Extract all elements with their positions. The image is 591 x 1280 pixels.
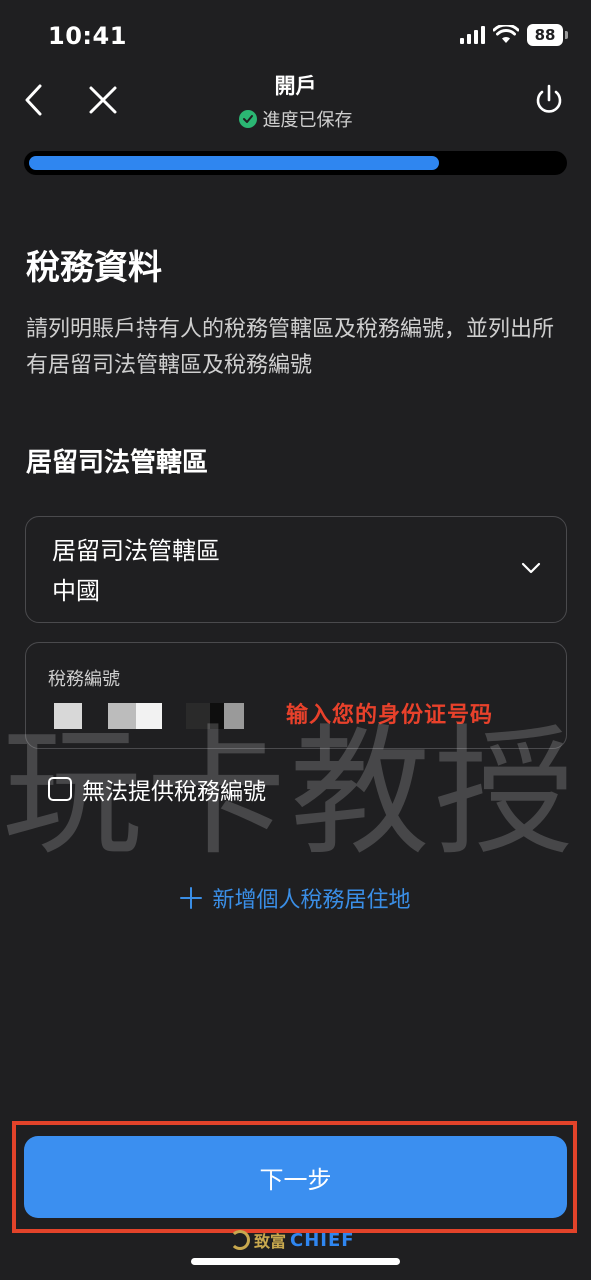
- progress-bar: [24, 151, 567, 175]
- jurisdiction-select-value: 中國: [52, 577, 100, 605]
- jurisdiction-section-label: 居留司法管轄區: [26, 448, 209, 478]
- wifi-icon: [493, 25, 519, 43]
- power-icon[interactable]: [533, 82, 565, 118]
- section-description: 請列明賬戶持有人的稅務管轄區及稅務編號，並列出所有居留司法管轄區及稅務編號: [26, 317, 555, 378]
- status-icons: 88: [460, 24, 568, 46]
- add-tax-residence-label: 新增個人稅務居住地: [212, 888, 411, 913]
- brand-en: CHIEF: [290, 1229, 355, 1251]
- status-time: 10:41: [48, 22, 127, 50]
- next-button[interactable]: 下一步: [24, 1136, 567, 1218]
- page-title: 開戶: [274, 74, 317, 98]
- screen: 10:41 88 開戶 進度已保存 稅務資料 請列明賬戶持有人的稅務管轄區及稅務…: [0, 0, 591, 1280]
- home-indicator: [191, 1258, 400, 1265]
- save-status-text: 進度已保存: [262, 110, 353, 131]
- brand-logo: 致富 CHIEF: [230, 1228, 355, 1252]
- jurisdiction-select-label: 居留司法管轄區: [52, 537, 220, 565]
- plus-icon: [180, 887, 203, 909]
- check-circle-icon: [238, 110, 257, 128]
- progress-fill: [29, 156, 439, 170]
- signal-icon: [460, 26, 485, 44]
- brand-cn: 致富: [254, 1232, 287, 1251]
- jurisdiction-select[interactable]: 居留司法管轄區 中國: [25, 516, 567, 623]
- brand-swirl-icon: [230, 1230, 250, 1250]
- watermark: 玩卡教授: [2, 712, 579, 875]
- battery-icon: 88: [527, 24, 568, 46]
- add-tax-residence-link[interactable]: 新增個人稅務居住地: [0, 882, 591, 914]
- chevron-down-icon: [521, 562, 541, 574]
- section-heading: 稅務資料: [26, 248, 162, 288]
- save-status: 進度已保存: [0, 106, 591, 132]
